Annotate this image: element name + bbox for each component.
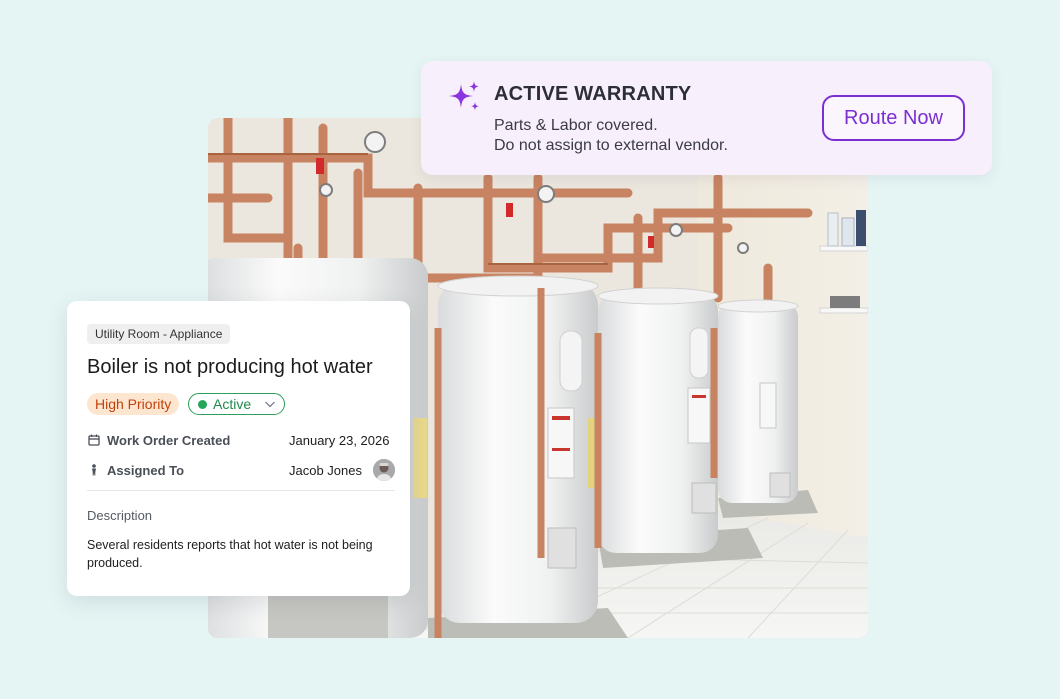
status-dot-icon bbox=[198, 400, 207, 409]
calendar-icon bbox=[88, 434, 100, 446]
chevron-down-icon bbox=[265, 401, 275, 408]
assignee-name: Jacob Jones bbox=[289, 463, 362, 478]
description-label: Description bbox=[87, 508, 153, 523]
warranty-coverage-text: Parts & Labor covered. bbox=[494, 117, 658, 134]
created-label: Work Order Created bbox=[107, 433, 231, 448]
work-order-title: Boiler is not producing hot water bbox=[87, 356, 373, 378]
warranty-title: ACTIVE WARRANTY bbox=[494, 83, 692, 105]
person-icon bbox=[92, 464, 96, 476]
avatar bbox=[373, 459, 395, 481]
priority-badge: High Priority bbox=[87, 393, 180, 415]
description-text: Several residents reports that hot water… bbox=[87, 538, 373, 570]
status-label: Active bbox=[213, 396, 252, 412]
divider bbox=[87, 490, 395, 491]
warranty-vendor-note: Do not assign to external vendor. bbox=[494, 137, 728, 154]
assigned-label: Assigned To bbox=[107, 463, 185, 478]
route-now-button[interactable]: Route Now bbox=[822, 95, 965, 141]
sparkle-icon bbox=[449, 81, 479, 111]
status-dropdown[interactable]: Active bbox=[188, 393, 285, 415]
location-tag: Utility Room - Appliance bbox=[87, 324, 231, 344]
created-date: January 23, 2026 bbox=[289, 433, 390, 448]
